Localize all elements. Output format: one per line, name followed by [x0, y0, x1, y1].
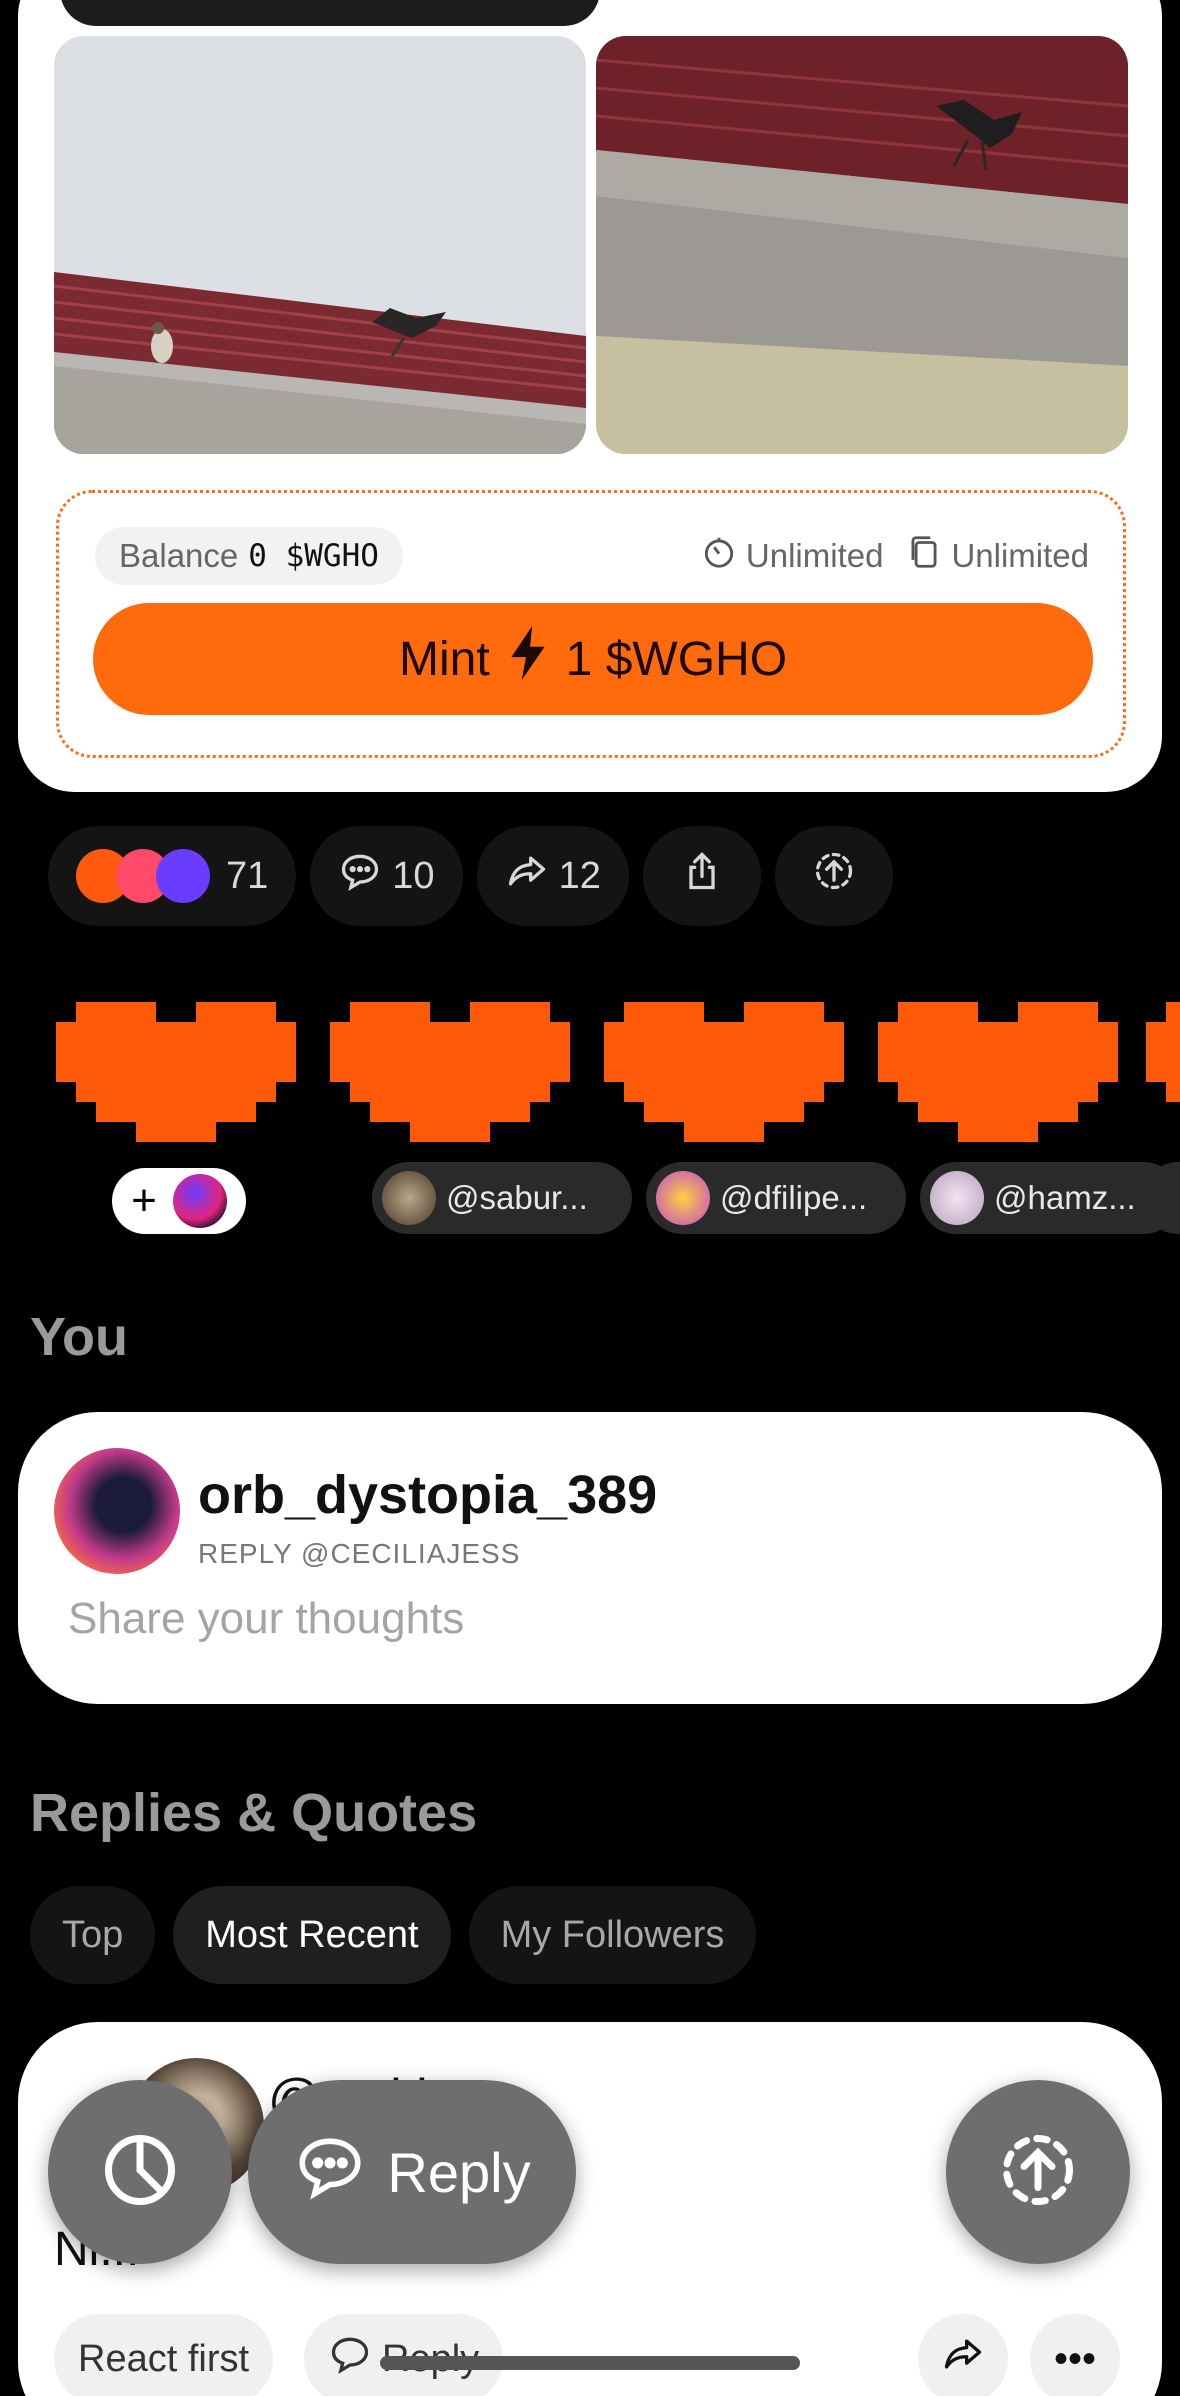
reactor-avatar — [930, 1171, 984, 1225]
reply-input[interactable]: Share your thoughts — [68, 1594, 464, 1644]
react-first-button[interactable]: React first — [54, 2314, 274, 2396]
share-button[interactable] — [642, 826, 761, 926]
comment-icon — [338, 849, 382, 903]
my-avatar — [54, 1448, 180, 1574]
reactions-count: 71 — [226, 854, 269, 897]
reaction-emojis-icon — [76, 849, 210, 903]
reply-to-label: REPLY @CECILIAJESS — [198, 1538, 521, 1569]
pixel-heart-icon — [56, 1002, 296, 1162]
my-username: orb_dystopia_389 — [198, 1465, 658, 1525]
forward-icon — [941, 2332, 985, 2386]
reaction-item[interactable]: @sabur... — [324, 982, 632, 1234]
balance-pill: Balance 0 $WGHO — [95, 527, 403, 585]
tab-most-recent[interactable]: Most Recent — [173, 1886, 451, 1984]
balance-label: Balance — [119, 537, 239, 574]
post-actions: 71 10 12 — [48, 826, 893, 926]
post-card: Balance 0 $WGHO Unlimited Unlimited Mint — [18, 0, 1162, 792]
mint-price: 1 $WGHO — [565, 632, 788, 686]
reactor-handle: @hamz... — [994, 1179, 1136, 1216]
mint-button[interactable]: Mint 1 $WGHO — [93, 603, 1093, 715]
reactor-avatar — [656, 1171, 710, 1225]
mint-limits: Unlimited Unlimited — [700, 527, 1089, 585]
replies-filter-tabs: Top Most Recent My Followers — [30, 1886, 757, 1984]
my-avatar — [172, 1174, 227, 1228]
reactor-avatar — [382, 1171, 436, 1225]
repost-button[interactable]: 12 — [476, 826, 629, 926]
comment-icon — [293, 2129, 367, 2216]
timer-fab-button[interactable] — [48, 2080, 232, 2264]
pixel-heart-icon — [878, 1002, 1118, 1162]
previous-image-edge — [60, 0, 600, 26]
reaction-item[interactable]: @hamz... — [872, 982, 1180, 1234]
add-reaction-chip[interactable]: + — [112, 1168, 246, 1234]
mint-label: Mint — [398, 632, 490, 686]
balance-value: 0 $WGHO — [248, 538, 379, 574]
time-limit: Unlimited — [700, 533, 884, 579]
boost-arrow-icon — [996, 2128, 1080, 2217]
time-limit-label: Unlimited — [745, 537, 884, 574]
supply-limit-label: Unlimited — [951, 537, 1089, 574]
lightning-icon — [506, 626, 550, 692]
reply-forward-button[interactable] — [918, 2314, 1008, 2396]
tab-my-followers[interactable]: My Followers — [468, 1886, 757, 1984]
you-section-title: You — [30, 1307, 128, 1367]
reply-to-reply-button[interactable]: Reply — [304, 2314, 504, 2396]
comments-button[interactable]: 10 — [310, 826, 463, 926]
reaction-item-add[interactable]: + — [50, 982, 300, 1234]
reactor-handle: @sabur... — [446, 1179, 588, 1216]
reply-composer[interactable]: orb_dystopia_389 REPLY @CECILIAJESS Shar… — [18, 1412, 1162, 1704]
pixel-heart-icon — [330, 1002, 570, 1162]
reactor-chip[interactable]: @sabur... — [372, 1162, 632, 1234]
reactions-gallery: + @sabur... @dfilipe... @hamz... — [50, 982, 1180, 1234]
replies-section-title: Replies & Quotes — [30, 1783, 478, 1843]
reactor-chip[interactable]: @hamz... — [920, 1162, 1180, 1234]
boost-arrow-icon — [812, 849, 856, 903]
share-icon — [680, 849, 724, 903]
comment-icon — [328, 2332, 372, 2386]
reposts-count: 12 — [558, 854, 601, 897]
reply-fab-label: Reply — [387, 2140, 531, 2204]
supply-limit: Unlimited — [905, 533, 1089, 579]
boost-fab-button[interactable] — [946, 2080, 1130, 2264]
reactions-button[interactable]: 71 — [48, 826, 297, 926]
post-image-2[interactable] — [596, 36, 1128, 454]
reactor-handle: @dfilipe... — [720, 1179, 868, 1216]
post-image-1[interactable] — [54, 36, 586, 454]
reply-fab-button[interactable]: Reply — [248, 2080, 576, 2264]
reaction-item[interactable]: @dfilipe... — [598, 982, 906, 1234]
copies-icon — [905, 533, 943, 579]
forward-icon — [505, 849, 549, 903]
home-indicator[interactable] — [380, 2356, 800, 2370]
mint-panel: Balance 0 $WGHO Unlimited Unlimited Mint — [56, 490, 1126, 758]
timer-icon — [700, 533, 738, 579]
pixel-heart-icon — [604, 1002, 844, 1162]
pie-timer-icon — [98, 2128, 182, 2217]
pixel-heart-icon — [1146, 1002, 1180, 1102]
reply-more-button[interactable]: ••• — [1030, 2314, 1120, 2396]
plus-icon: + — [131, 1176, 157, 1225]
tab-top[interactable]: Top — [30, 1886, 156, 1984]
more-icon: ••• — [1053, 2336, 1096, 2381]
comments-count: 10 — [392, 854, 435, 897]
boost-button[interactable] — [774, 826, 893, 926]
reactor-chip[interactable]: @dfilipe... — [646, 1162, 906, 1234]
